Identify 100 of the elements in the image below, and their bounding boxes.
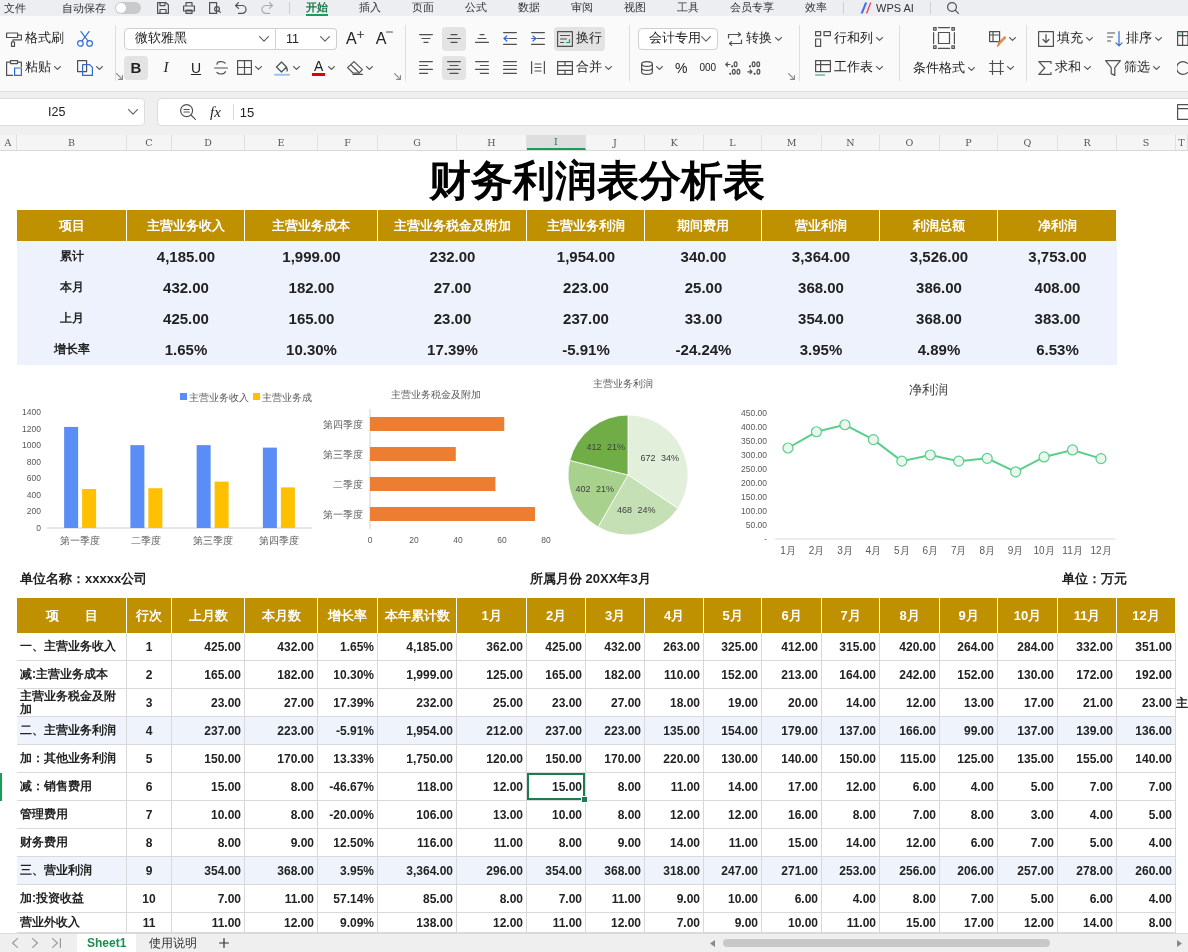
- table-cell[interactable]: 213.00: [762, 661, 822, 689]
- column-header[interactable]: G: [378, 135, 457, 150]
- wrap-text-button[interactable]: 换行: [554, 26, 605, 51]
- table-cell[interactable]: 12.00: [457, 773, 527, 801]
- table-cell[interactable]: 15.00: [762, 829, 822, 857]
- filter-button[interactable]: 筛选: [1102, 55, 1163, 80]
- table-cell[interactable]: 7.00: [1058, 773, 1117, 801]
- column-header[interactable]: E: [245, 135, 318, 150]
- menu-tab[interactable]: 数据: [518, 0, 540, 16]
- panel-icon[interactable]: [1177, 104, 1188, 120]
- table-cell[interactable]: -46.67%: [318, 773, 378, 801]
- table-cell[interactable]: 425.00: [527, 633, 586, 661]
- sum-button[interactable]: 求和: [1035, 55, 1094, 80]
- table-cell[interactable]: 11.00: [457, 829, 527, 857]
- table-cell[interactable]: 14.00: [645, 829, 704, 857]
- table-cell[interactable]: 8.00: [245, 773, 318, 801]
- triangle-right-icon[interactable]: [1177, 939, 1182, 947]
- row-label[interactable]: 一、主营业务收入: [17, 633, 127, 661]
- table-cell[interactable]: 315.00: [822, 633, 880, 661]
- table-cell[interactable]: 12.00: [586, 913, 645, 933]
- table-cell[interactable]: 5.00: [998, 773, 1058, 801]
- table-cell[interactable]: 138.00: [378, 913, 457, 933]
- table-cell[interactable]: 8.00: [822, 801, 880, 829]
- table-cell[interactable]: 118.00: [378, 773, 457, 801]
- table-cell[interactable]: 325.00: [704, 633, 762, 661]
- table-cell[interactable]: 11.00: [704, 829, 762, 857]
- table-cell[interactable]: 260.00: [1117, 857, 1176, 885]
- column-header[interactable]: P: [940, 135, 998, 150]
- table-cell[interactable]: 12.00: [998, 913, 1058, 933]
- font-color-button[interactable]: A: [309, 55, 339, 80]
- sort-button[interactable]: 排序: [1104, 26, 1165, 51]
- table-cell[interactable]: 120.00: [457, 745, 527, 773]
- table-cell[interactable]: 12.00: [245, 913, 318, 933]
- table-cell[interactable]: 125.00: [940, 745, 998, 773]
- menu-tab[interactable]: 页面: [412, 0, 434, 16]
- table-cell[interactable]: 23.00: [527, 689, 586, 717]
- table-cell[interactable]: 11.00: [172, 913, 245, 933]
- table-cell[interactable]: 11.00: [822, 913, 880, 933]
- table-cell[interactable]: 4.00: [822, 885, 880, 913]
- table-cell[interactable]: 172.00: [1058, 661, 1117, 689]
- table-cell[interactable]: 212.00: [457, 717, 527, 745]
- save-icon[interactable]: [157, 2, 169, 14]
- row-label[interactable]: 二、主营业务利润: [17, 717, 127, 745]
- table-cell[interactable]: 11.00: [245, 885, 318, 913]
- table-cell[interactable]: -20.00%: [318, 801, 378, 829]
- row-number[interactable]: 10: [127, 885, 172, 913]
- row-number[interactable]: 1: [127, 633, 172, 661]
- table-cell[interactable]: 264.00: [940, 633, 998, 661]
- column-header[interactable]: Q: [998, 135, 1058, 150]
- table-cell[interactable]: 4.00: [1058, 801, 1117, 829]
- table-cell[interactable]: 362.00: [457, 633, 527, 661]
- table-cell[interactable]: 223.00: [245, 717, 318, 745]
- table-cell[interactable]: 263.00: [645, 633, 704, 661]
- sheet-tab[interactable]: Sheet1: [77, 934, 137, 952]
- fill-handle[interactable]: [581, 796, 588, 803]
- row-label[interactable]: 财务费用: [17, 829, 127, 857]
- table-cell[interactable]: 140.00: [1117, 745, 1176, 773]
- row-label[interactable]: 主营业务税金及附加: [17, 689, 127, 717]
- table-cell[interactable]: 14.00: [1058, 913, 1117, 933]
- table-cell[interactable]: 150.00: [172, 745, 245, 773]
- rows-columns-button[interactable]: 行和列: [812, 26, 886, 51]
- column-header[interactable]: B: [17, 135, 127, 150]
- table-cell[interactable]: 7.00: [1117, 773, 1176, 801]
- zoom-icon[interactable]: [180, 104, 196, 120]
- ai-tab[interactable]: WPS AI: [876, 1, 914, 15]
- table-cell[interactable]: 18.00: [645, 689, 704, 717]
- table-cell[interactable]: 179.00: [762, 717, 822, 745]
- table-cell[interactable]: 7.00: [880, 801, 940, 829]
- table-cell[interactable]: 8.00: [1117, 913, 1176, 933]
- menu-tab[interactable]: 插入: [359, 0, 381, 16]
- table-cell[interactable]: 432.00: [586, 633, 645, 661]
- table-icon[interactable]: [1177, 31, 1188, 46]
- row-number[interactable]: 6: [127, 773, 172, 801]
- table-cell[interactable]: 10.00: [704, 885, 762, 913]
- table-cell[interactable]: 27.00: [245, 689, 318, 717]
- table-cell[interactable]: 296.00: [457, 857, 527, 885]
- table-cell[interactable]: 15.00: [172, 773, 245, 801]
- function-button[interactable]: fx: [210, 103, 221, 121]
- table-cell[interactable]: 15.00: [527, 773, 586, 801]
- table-cell[interactable]: 257.00: [998, 857, 1058, 885]
- table-cell[interactable]: 12.00: [645, 801, 704, 829]
- table-cell[interactable]: 3.00: [998, 801, 1058, 829]
- table-cell[interactable]: 7.00: [998, 829, 1058, 857]
- table-cell[interactable]: 8.00: [527, 829, 586, 857]
- row-label[interactable]: 营业外收入: [17, 913, 127, 933]
- table-cell[interactable]: 85.00: [378, 885, 457, 913]
- table-cell[interactable]: 17.00: [940, 913, 998, 933]
- table-cell[interactable]: 7.00: [172, 885, 245, 913]
- add-decimal-icon[interactable]: [725, 60, 742, 75]
- plus-icon[interactable]: [219, 938, 230, 948]
- table-cell[interactable]: 170.00: [586, 745, 645, 773]
- scissors-icon[interactable]: [77, 30, 93, 47]
- table-cell[interactable]: 6.00: [880, 773, 940, 801]
- table-cell[interactable]: 182.00: [586, 661, 645, 689]
- column-header[interactable]: A: [0, 135, 17, 150]
- table-cell[interactable]: 12.00: [880, 689, 940, 717]
- table-cell[interactable]: 152.00: [704, 661, 762, 689]
- row-label[interactable]: 加:投资收益: [17, 885, 127, 913]
- worksheet-button[interactable]: 工作表: [812, 55, 886, 80]
- table-cell[interactable]: 13.00: [457, 801, 527, 829]
